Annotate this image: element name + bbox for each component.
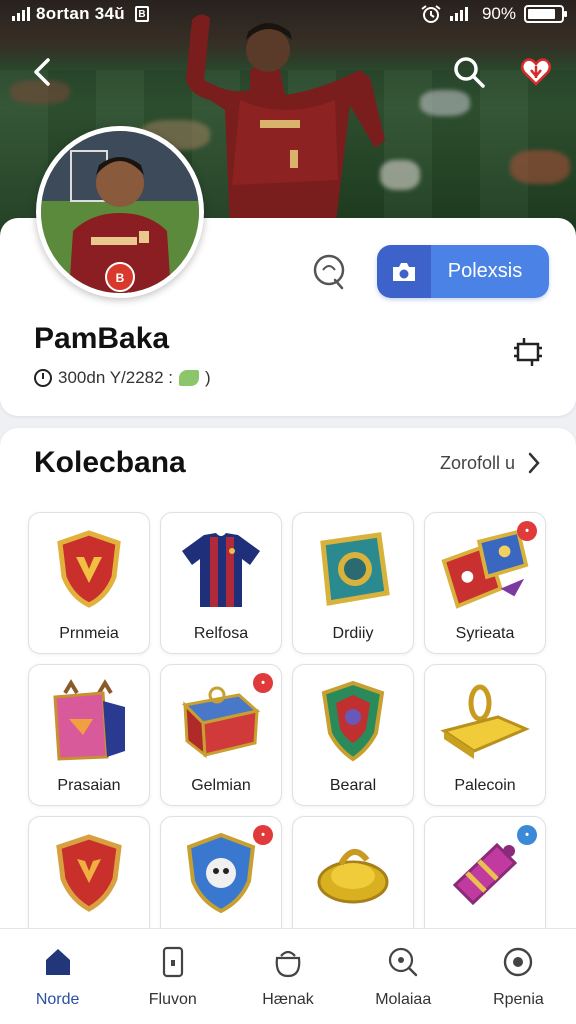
gold-ring-icon (317, 849, 389, 904)
alarm-icon (421, 5, 441, 23)
cell-signal-icon (449, 7, 468, 21)
crop-button[interactable] (508, 332, 548, 372)
chat-bubble-icon (313, 254, 345, 290)
leaf-icon (179, 370, 200, 386)
chest-icon (181, 686, 261, 759)
clock-icon (34, 369, 52, 387)
collection-grid: Prnmeia Relfosa Drdiiy • Syrieata Prasai… (28, 512, 550, 958)
back-arrow-icon (34, 58, 50, 86)
camera-icon (393, 262, 415, 281)
item-label: Palecoin (454, 777, 516, 794)
shield-emblem-icon (321, 680, 385, 762)
card-pack-icon (441, 529, 529, 609)
chat-search-icon (389, 947, 418, 977)
notification-badge: • (253, 673, 273, 693)
primary-action-label: Polexsis (447, 260, 523, 282)
notification-badge: • (517, 825, 537, 845)
phone-lock-icon (162, 946, 183, 978)
crop-icon (514, 338, 542, 366)
jersey-icon (182, 533, 260, 607)
search-button[interactable] (449, 52, 489, 92)
crest-shield-icon (57, 530, 121, 608)
target-icon (504, 947, 533, 977)
nav-label: Hænak (262, 991, 314, 1008)
chevron-right-icon (528, 452, 540, 474)
favorite-button[interactable] (516, 52, 556, 92)
svg-text:B: B (116, 271, 125, 285)
emblem-card-icon (320, 532, 390, 606)
item-label: Prnmeia (59, 625, 119, 642)
signal-icon (12, 7, 30, 21)
collection-item[interactable]: Palecoin (424, 664, 546, 806)
player-celebrating-image (186, 14, 385, 231)
collection-item[interactable]: Drdiiy (292, 512, 414, 654)
nav-label: Norde (35, 991, 80, 1008)
nav-molaiaa[interactable]: Molaiaa (346, 929, 461, 1024)
see-all-label: Zorofoll u (440, 452, 516, 473)
primary-action-button[interactable]: Polexsis (377, 245, 549, 298)
item-label: Syrieata (455, 625, 515, 642)
collection-item[interactable]: Relfosa (160, 512, 282, 654)
collection-item[interactable]: Bearal (292, 664, 414, 806)
background-blur (510, 150, 570, 184)
share-button[interactable] (308, 250, 352, 294)
profile-meta-text: 300dn Y/2282 : (58, 368, 174, 387)
red-shield-icon (56, 834, 122, 912)
collection-item[interactable]: Prnmeia (28, 512, 150, 654)
collection-title: Kolecbana (34, 446, 186, 479)
profile-meta-suffix: ) (205, 368, 211, 387)
blue-badge-icon (186, 832, 256, 914)
nav-label: Fluvon (148, 991, 197, 1008)
nav-label: Rpenia (493, 991, 544, 1008)
collection-item[interactable]: • Gelmian (160, 664, 282, 806)
profile-username: PamBaka (34, 322, 170, 355)
collection-item[interactable]: Prasaian (28, 664, 150, 806)
bottom-navigation: Norde Fluvon Hænak Molaiaa Rpenia (0, 928, 576, 1024)
collection-item[interactable]: • Syrieata (424, 512, 546, 654)
bag-outline-icon (275, 950, 301, 978)
item-label: Relfosa (193, 625, 249, 642)
nav-fluvon[interactable]: Fluvon (115, 929, 230, 1024)
background-blur (420, 90, 470, 116)
search-icon (454, 57, 485, 88)
notification-badge: • (517, 521, 537, 541)
back-button[interactable] (22, 52, 62, 92)
scroll-icon (452, 842, 518, 906)
nav-home[interactable]: Norde (0, 929, 115, 1024)
item-label: Bearal (329, 777, 377, 794)
profile-meta: 300dn Y/2282 : ) (34, 368, 211, 388)
carrier-name: 8ortan 34ŭ (36, 4, 125, 23)
item-label: Drdiiy (332, 625, 374, 642)
nav-label: Molaiaa (375, 991, 432, 1008)
item-label: Prasaian (57, 777, 121, 794)
gold-bar-icon (440, 684, 530, 759)
player-portrait-image: B (41, 131, 199, 293)
avatar[interactable]: B (36, 126, 204, 298)
battery-percent: 90% (481, 4, 516, 23)
bag-icon (53, 679, 125, 761)
collection-see-all-link[interactable]: Zorofoll u (440, 451, 541, 475)
home-icon (45, 949, 70, 975)
nav-rpenia[interactable]: Rpenia (461, 929, 576, 1024)
battery-icon (524, 5, 567, 23)
status-bar: 8ortan 34ŭ B 90% (0, 0, 576, 28)
heart-icon (521, 58, 551, 86)
sim-icon: B (134, 6, 149, 22)
item-label: Gelmian (191, 777, 251, 794)
nav-haenak[interactable]: Hænak (230, 929, 345, 1024)
notification-badge: • (253, 825, 273, 845)
